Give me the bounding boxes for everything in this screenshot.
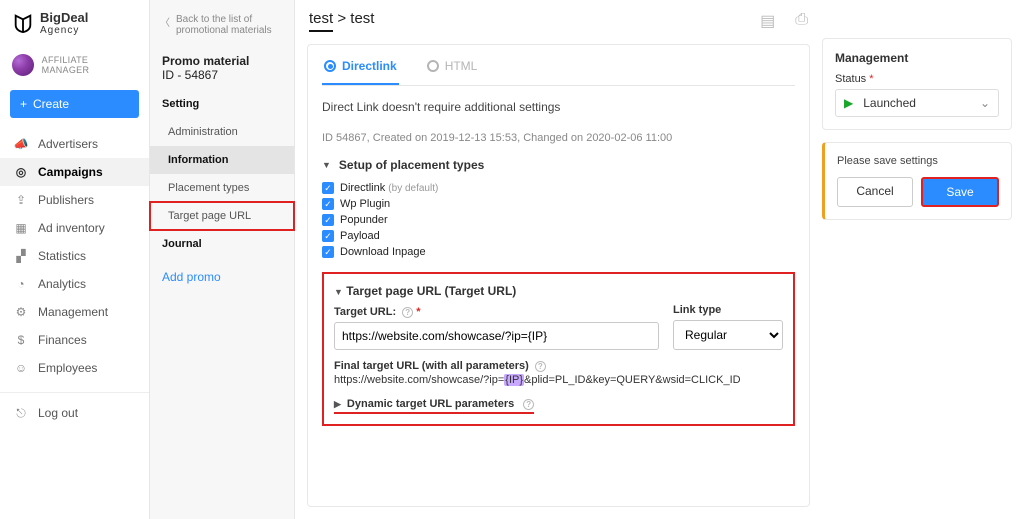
nav-statistics[interactable]: ▞Statistics xyxy=(0,242,149,270)
role-label: AFFILIATE MANAGER xyxy=(42,55,137,75)
tab-html[interactable]: HTML xyxy=(425,59,480,85)
logout-icon: ⎋ xyxy=(14,406,28,420)
placement-wp-plugin[interactable]: ✓Wp Plugin xyxy=(322,196,795,212)
role-block[interactable]: AFFILIATE MANAGER xyxy=(0,46,149,84)
play-icon: ▶ xyxy=(844,96,853,110)
meta-info: ID 54867, Created on 2019-12-13 15:53, C… xyxy=(322,132,795,144)
back-link[interactable]: 〈Back to the list of promotional materia… xyxy=(150,8,294,46)
cancel-button[interactable]: Cancel xyxy=(837,177,913,207)
create-button[interactable]: +Create xyxy=(10,90,139,118)
chevron-left-icon: 〈 xyxy=(160,14,170,36)
nav-logout[interactable]: ⎋Log out xyxy=(0,399,149,427)
secondary-sidebar: 〈Back to the list of promotional materia… xyxy=(150,0,295,519)
placement-types-section: ▼Setup of placement types ✓Directlink (b… xyxy=(322,158,795,260)
snav-journal[interactable]: Journal xyxy=(150,230,294,258)
final-url-label: Final target URL (with all parameters) ? xyxy=(334,360,783,372)
brand-line2: Agency xyxy=(40,25,88,36)
radio-on-icon xyxy=(324,60,336,72)
management-title: Management xyxy=(835,51,999,65)
people-icon: ☺ xyxy=(14,361,28,375)
nav-advertisers[interactable]: 📣Advertisers xyxy=(0,130,149,158)
target-url-label: Target URL: ? * xyxy=(334,306,659,318)
nav-finances[interactable]: $Finances xyxy=(0,326,149,354)
brand-line1: BigDeal xyxy=(40,10,88,25)
logo-icon xyxy=(12,12,34,34)
placement-popunder[interactable]: ✓Popunder xyxy=(322,212,795,228)
nav-ad-inventory[interactable]: ▦Ad inventory xyxy=(0,214,149,242)
nav-management[interactable]: ⚙Management xyxy=(0,298,149,326)
help-icon: ? xyxy=(523,399,534,410)
radio-off-icon xyxy=(427,60,439,72)
status-select[interactable]: ▶ Launched ⌄ xyxy=(835,89,999,117)
primary-sidebar: BigDealAgency AFFILIATE MANAGER +Create … xyxy=(0,0,150,519)
pie-icon: ◔ xyxy=(14,277,28,291)
save-button[interactable]: Save xyxy=(921,177,999,207)
nav-campaigns[interactable]: ◎Campaigns xyxy=(0,158,149,186)
primary-nav: 📣Advertisers ◎Campaigns ⇪Publishers ▦Ad … xyxy=(0,130,149,382)
placement-download-inpage[interactable]: ✓Download Inpage xyxy=(322,244,795,260)
help-icon[interactable]: ? xyxy=(402,307,413,318)
breadcrumb: test > test xyxy=(309,10,374,32)
target-icon: ◎ xyxy=(14,165,28,179)
tab-directlink[interactable]: Directlink xyxy=(322,59,399,85)
megaphone-icon: 📣 xyxy=(14,137,28,151)
gear-icon: ⚙ xyxy=(14,305,28,319)
plus-icon: + xyxy=(20,97,27,111)
placement-directlink[interactable]: ✓Directlink (by default) xyxy=(322,180,795,196)
save-message: Please save settings xyxy=(837,155,999,167)
help-icon[interactable]: ? xyxy=(535,361,546,372)
add-promo-link[interactable]: Add promo xyxy=(150,258,294,296)
main-area: test > test ▤ ⎙ Directlink HTML Direct L… xyxy=(295,0,1024,519)
dynamic-params-toggle[interactable]: ▶ Dynamic target URL parameters ? xyxy=(334,398,534,414)
target-url-section: ▼ Target page URL (Target URL) Target UR… xyxy=(322,272,795,426)
status-label: Status * xyxy=(835,73,999,85)
final-url-value: https://website.com/showcase/?ip={IP}&pl… xyxy=(334,374,783,386)
nav-publishers[interactable]: ⇪Publishers xyxy=(0,186,149,214)
promo-material-heading: Promo materialID - 54867 xyxy=(150,46,294,90)
upload-icon: ⇪ xyxy=(14,193,28,207)
secondary-nav: Setting Administration Information Place… xyxy=(150,90,294,258)
snav-placement-types[interactable]: Placement types xyxy=(150,174,294,202)
grid-icon: ▦ xyxy=(14,221,28,235)
link-type-label: Link type xyxy=(673,304,783,316)
document-icon[interactable]: ▤ xyxy=(760,11,775,31)
avatar xyxy=(12,54,34,76)
checkbox-checked-icon: ✓ xyxy=(322,182,334,194)
snav-information[interactable]: Information xyxy=(150,146,294,174)
snav-administration[interactable]: Administration xyxy=(150,118,294,146)
nav-analytics[interactable]: ◔Analytics xyxy=(0,270,149,298)
save-card: Please save settings Cancel Save xyxy=(822,142,1012,220)
brand-logo: BigDealAgency xyxy=(0,0,149,46)
collapse-icon[interactable]: ▼ xyxy=(322,160,331,170)
nav-employees[interactable]: ☺Employees xyxy=(0,354,149,382)
management-card: Management Status * ▶ Launched ⌄ xyxy=(822,38,1012,130)
snav-setting[interactable]: Setting xyxy=(150,90,294,118)
collapse-icon[interactable]: ▼ xyxy=(334,287,343,297)
print-icon[interactable]: ⎙ xyxy=(795,11,808,31)
placement-payload[interactable]: ✓Payload xyxy=(322,228,795,244)
target-url-input[interactable] xyxy=(334,322,659,350)
dollar-icon: $ xyxy=(14,333,28,347)
expand-icon: ▶ xyxy=(334,399,341,410)
snav-target-page-url[interactable]: Target page URL xyxy=(150,202,294,230)
chevron-down-icon: ⌄ xyxy=(980,96,990,110)
direct-link-note: Direct Link doesn't require additional s… xyxy=(322,100,795,114)
chart-icon: ▞ xyxy=(14,249,28,263)
content-panel: Directlink HTML Direct Link doesn't requ… xyxy=(307,44,810,507)
link-type-select[interactable]: Regular xyxy=(673,320,783,350)
tabs: Directlink HTML xyxy=(322,59,795,86)
